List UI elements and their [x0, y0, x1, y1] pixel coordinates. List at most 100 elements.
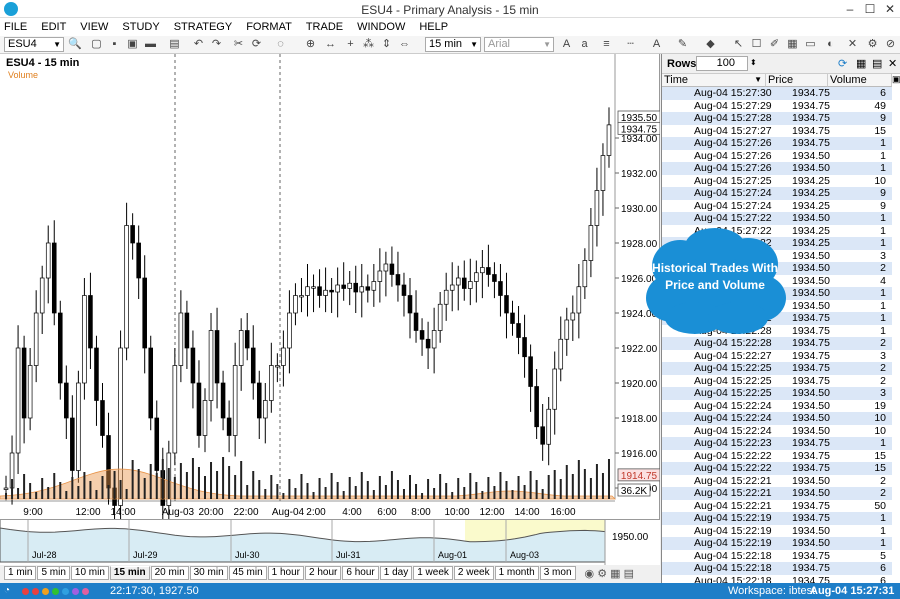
properties-icon[interactable]: ▤: [872, 57, 882, 70]
column-header-volume[interactable]: Volume: [828, 74, 892, 87]
font-shrink-icon[interactable]: a: [578, 38, 591, 51]
interval-tab[interactable]: 15 min: [109, 566, 150, 580]
snap-icon[interactable]: ⁂: [362, 38, 375, 51]
close-button[interactable]: ✕: [880, 2, 900, 16]
settings-icon[interactable]: ⚙: [866, 38, 879, 51]
menu-study[interactable]: STUDY: [122, 21, 159, 33]
column-header-time[interactable]: Time ▼: [662, 74, 766, 87]
image-icon[interactable]: ▦: [786, 38, 799, 51]
interval-tab[interactable]: 10 min: [70, 566, 109, 580]
interval-tab[interactable]: 1 min: [4, 566, 37, 580]
ban-icon[interactable]: ⊘: [884, 38, 897, 51]
table-row[interactable]: Aug-04 15:22:21 1934.75 50: [662, 499, 892, 512]
draw-icon[interactable]: ✐: [768, 38, 781, 51]
interval-tab[interactable]: 20 min: [150, 566, 189, 580]
disk-icon[interactable]: ▣: [126, 38, 139, 51]
table-row[interactable]: Aug-04 15:22:24 1934.50 19: [662, 399, 892, 412]
table-row[interactable]: Aug-04 15:27:26 1934.50 1: [662, 162, 892, 175]
redo-icon[interactable]: ↷: [210, 38, 223, 51]
minimize-button[interactable]: –: [840, 2, 860, 16]
tools-icon[interactable]: ✂: [232, 38, 245, 51]
table-row[interactable]: Aug-04 15:27:25 1934.25 10: [662, 174, 892, 187]
interval-tab[interactable]: 5 min: [37, 566, 70, 580]
column-header-price[interactable]: Price: [766, 74, 828, 87]
table-row[interactable]: Aug-04 15:22:22 1934.75 15: [662, 449, 892, 462]
marker-icon[interactable]: ◐: [824, 38, 837, 51]
refresh-icon[interactable]: ⟳: [250, 38, 263, 51]
table-row[interactable]: Aug-04 15:22:18 1934.75 6: [662, 562, 892, 575]
menu-edit[interactable]: EDIT: [41, 21, 66, 33]
delete-icon[interactable]: ✕: [846, 38, 859, 51]
undo-icon[interactable]: ↶: [192, 38, 205, 51]
overview-strip[interactable]: Jul-28 Jul-29 Jul-30 Jul-31 Aug-01 Aug-03 1950…: [0, 519, 660, 566]
connection-icon[interactable]: ◔: [4, 585, 10, 596]
font-grow-icon[interactable]: A: [560, 38, 573, 51]
chart-pane[interactable]: ESU4 - 15 min Volume 1934.00 1932.00 1930.…: [0, 54, 660, 519]
table-row[interactable]: Aug-04 15:22:19 1934.75 1: [662, 512, 892, 525]
table-row[interactable]: Aug-04 15:22:25 1934.50 3: [662, 387, 892, 400]
table-row[interactable]: Aug-04 15:22:24 1934.50 10: [662, 412, 892, 425]
save-icon[interactable]: ▪: [108, 38, 121, 51]
fill-color-icon[interactable]: ◆: [704, 38, 717, 51]
scale-icon[interactable]: ⇕: [380, 38, 393, 51]
table-row[interactable]: Aug-04 15:27:29 1934.75 49: [662, 99, 892, 112]
interval-tab[interactable]: 1 month: [494, 566, 539, 580]
new-icon[interactable]: ▢: [90, 38, 103, 51]
calendar-icon[interactable]: ▦: [610, 568, 620, 580]
rows-input[interactable]: 100: [696, 56, 748, 71]
table-row[interactable]: Aug-04 15:27:24 1934.25 9: [662, 199, 892, 212]
refresh-icon[interactable]: ⟳: [838, 57, 847, 70]
interval-tab[interactable]: 45 min: [228, 566, 267, 580]
table-row[interactable]: Aug-04 15:27:22 1934.50 1: [662, 212, 892, 225]
table-row[interactable]: Aug-04 15:22:18 1934.75 5: [662, 549, 892, 562]
line-style-icon[interactable]: ┄: [624, 38, 637, 51]
table-row[interactable]: Aug-04 15:22:25 1934.75 2: [662, 374, 892, 387]
open-folder-icon[interactable]: ▬: [144, 38, 157, 51]
menu-file[interactable]: FILE: [4, 21, 27, 33]
zoom-icon[interactable]: ⊕: [304, 38, 317, 51]
table-row[interactable]: Aug-04 15:22:22 1934.75 15: [662, 462, 892, 475]
table-row[interactable]: Aug-04 15:22:18 1934.75 6: [662, 574, 892, 583]
interval-tab[interactable]: 1 week: [413, 566, 453, 580]
interval-tab[interactable]: 3 mon: [539, 566, 576, 580]
pan-icon[interactable]: ↔: [324, 38, 337, 51]
table-row[interactable]: Aug-04 15:22:21 1934.50 2: [662, 474, 892, 487]
overview-chart[interactable]: Jul-28 Jul-29 Jul-30 Jul-31 Aug-01 Aug-03 1950…: [0, 520, 660, 566]
interval-tab[interactable]: 1 hour: [267, 566, 305, 580]
menu-view[interactable]: VIEW: [80, 21, 108, 33]
table-icon[interactable]: ▦: [856, 57, 866, 70]
table-row[interactable]: Aug-04 15:27:30 1934.75 6: [662, 87, 892, 100]
gear-icon[interactable]: ⚙: [597, 568, 607, 580]
menu-help[interactable]: HELP: [419, 21, 448, 33]
menu-window[interactable]: WINDOW: [357, 21, 405, 33]
interval-tab[interactable]: 2 hour: [305, 566, 342, 580]
table-row[interactable]: Aug-04 15:22:19 1934.50 1: [662, 537, 892, 550]
interval-tab[interactable]: 1 day: [379, 566, 413, 580]
interval-tab[interactable]: 30 min: [189, 566, 228, 580]
symbol-combo[interactable]: ESU4 ▼: [4, 37, 64, 52]
table-row[interactable]: Aug-04 15:22:27 1934.75 3: [662, 349, 892, 362]
table-row[interactable]: Aug-04 15:27:26 1934.75 1: [662, 137, 892, 150]
table-row[interactable]: Aug-04 15:22:28 1934.75 2: [662, 337, 892, 350]
eye-icon[interactable]: ◉: [585, 568, 595, 580]
font-combo[interactable]: Arial ▼: [484, 37, 554, 52]
line-weight-icon[interactable]: ≡: [600, 38, 613, 51]
interval-tab[interactable]: 2 week: [453, 566, 494, 580]
table-row[interactable]: Aug-04 15:22:23 1934.75 1: [662, 437, 892, 450]
interval-combo[interactable]: 15 min ▼: [425, 37, 481, 52]
text-color-icon[interactable]: A: [650, 38, 663, 51]
crosshair-icon[interactable]: +: [344, 38, 357, 51]
table-row[interactable]: Aug-04 15:27:27 1934.75 15: [662, 124, 892, 137]
table-row[interactable]: Aug-04 15:27:26 1934.50 1: [662, 149, 892, 162]
close-panel-icon[interactable]: ✕: [888, 57, 897, 70]
menu-format[interactable]: FORMAT: [246, 21, 292, 33]
search-icon[interactable]: 🔍: [68, 38, 82, 51]
column-chooser-icon[interactable]: ▣: [892, 74, 900, 85]
pen-color-icon[interactable]: ✎: [676, 38, 689, 51]
maximize-button[interactable]: ☐: [860, 2, 880, 16]
menu-strategy[interactable]: STRATEGY: [174, 21, 232, 33]
table-row[interactable]: Aug-04 15:22:25 1934.75 2: [662, 362, 892, 375]
print-icon[interactable]: ▤: [168, 38, 181, 51]
menu-trade[interactable]: TRADE: [306, 21, 343, 33]
price-chart[interactable]: 1934.001932.001930.001928.001926.001924.…: [0, 54, 660, 519]
